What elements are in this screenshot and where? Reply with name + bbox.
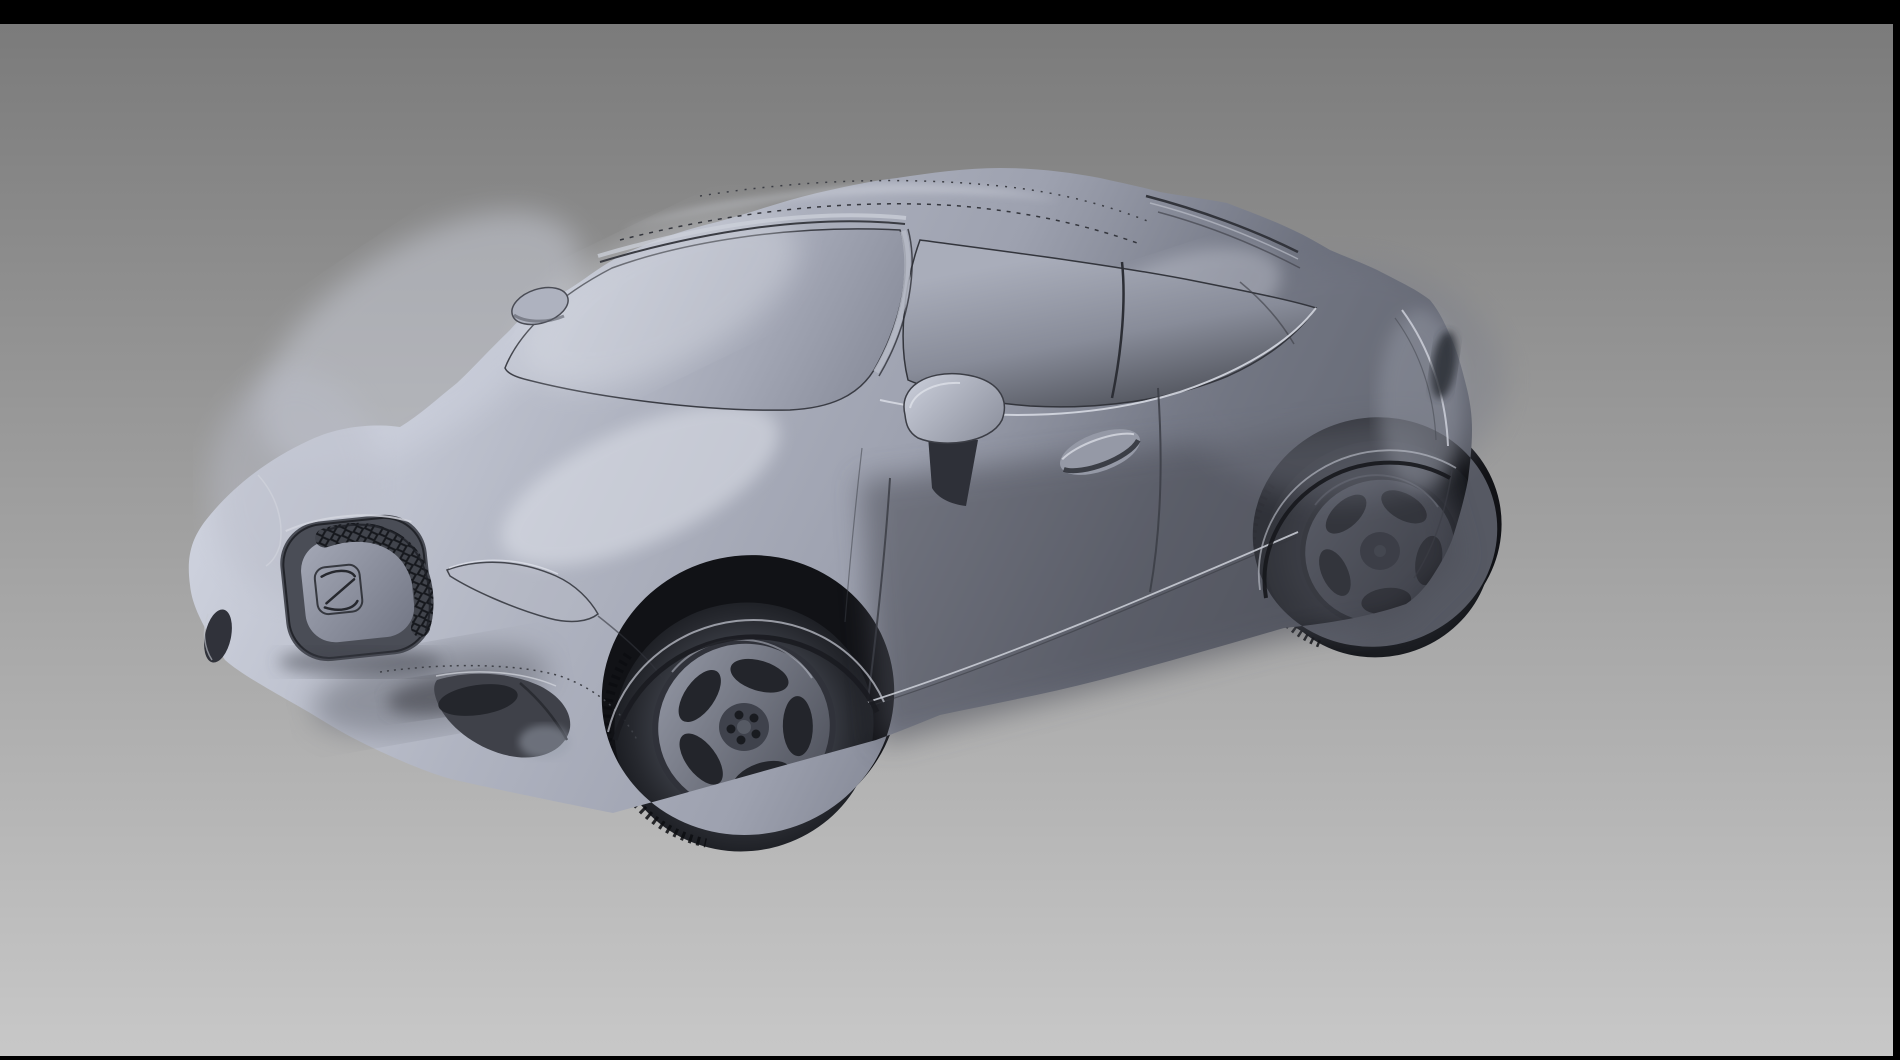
viewport-canvas[interactable]: [0, 0, 1900, 1060]
grille-shadow: [278, 648, 442, 676]
app-window: [0, 0, 1900, 1060]
right-letterbox-bar: [1893, 0, 1900, 1060]
mirror-shell: [904, 374, 1004, 443]
top-letterbox-bar: [0, 0, 1900, 24]
bottom-letterbox-bar: [0, 1056, 1900, 1060]
grille: [276, 508, 437, 665]
front-hub-cap: [737, 720, 751, 734]
